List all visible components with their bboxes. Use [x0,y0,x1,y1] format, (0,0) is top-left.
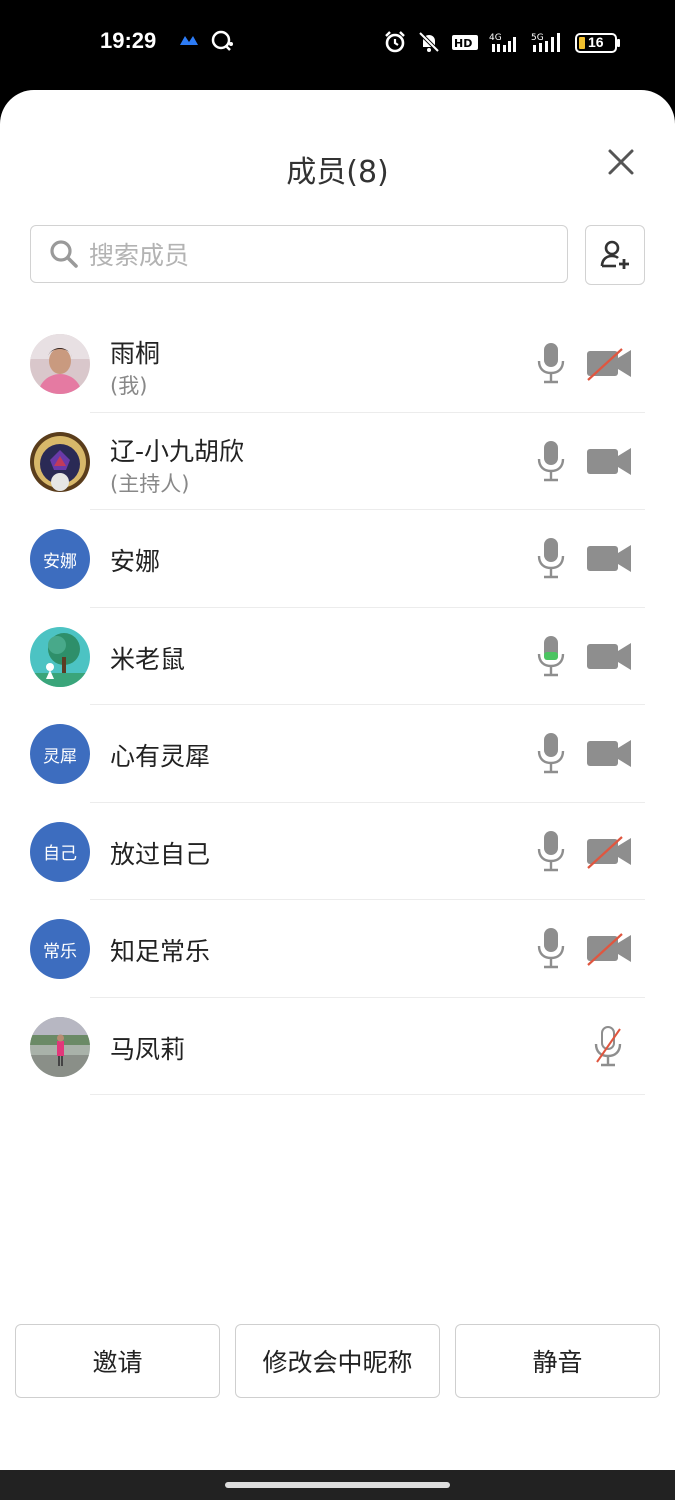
microphone-icon[interactable] [537,927,565,969]
member-row[interactable]: 马凤莉 [0,998,675,1095]
member-name: 放过自己 [110,839,211,869]
avatar-initials: 灵犀 [43,746,77,767]
page-title: 成员(8) [286,155,389,190]
microphone-icon[interactable] [537,342,565,384]
search-box[interactable] [30,225,568,283]
member-name: 心有灵犀 [110,742,211,771]
member-row[interactable]: 灵犀 心有灵犀 [0,705,675,803]
member-row[interactable]: 常乐 知足常乐 [0,900,675,998]
microphone-icon[interactable] [537,830,565,872]
close-icon[interactable] [605,146,637,178]
microphone-icon[interactable] [537,635,565,677]
signal-5g-icon: 5G [531,33,560,52]
member-list: 雨桐 (我) 辽-小九胡欣 (主持人) 安娜 安娜 米老鼠 灵犀 心有灵犀 自己… [0,315,675,1095]
avatar: 安娜 [30,529,90,589]
svg-text:HD: HD [454,37,472,50]
avatar: 自己 [30,821,90,882]
search-icon [50,240,78,268]
status-time: 19:29 [100,28,157,53]
svg-text:5G: 5G [531,33,544,43]
camera-off-icon[interactable] [586,930,632,966]
member-name: 米老鼠 [110,644,186,674]
rename-button[interactable]: 修改会中昵称 [235,1324,440,1398]
status-left-icons [178,30,234,52]
battery-indicator: 16 [575,33,621,57]
microphone-icon[interactable] [537,537,565,579]
bell-off-icon [418,31,440,53]
invite-button[interactable]: 邀请 [15,1324,220,1398]
member-row[interactable]: 安娜 安娜 [0,510,675,608]
mute-button[interactable]: 静音 [455,1324,660,1398]
member-name: 安娜 [110,547,161,576]
status-bar: 19:29 HD 4G 5G 16 [0,0,675,90]
avatar-photo [30,1016,90,1077]
status-right-icons: HD 4G 5G [383,30,565,54]
microphone-icon[interactable] [537,732,565,774]
avatar: 灵犀 [30,724,90,784]
add-member-button[interactable] [585,225,645,285]
member-name: 知足常乐 [110,937,211,966]
avatar-initials: 安娜 [43,551,77,572]
member-name: 马凤莉 [110,1034,186,1064]
chat-bubble-icon [211,30,233,51]
svg-text:4G: 4G [489,33,502,43]
avatar-initials: 常乐 [43,941,77,962]
camera-off-icon[interactable] [586,833,632,869]
avatar-initials: 自己 [43,844,77,864]
member-row[interactable]: 雨桐 (我) [0,315,675,413]
row-divider [90,1094,645,1095]
add-person-icon [600,240,629,269]
video-camera-icon[interactable] [586,735,632,771]
member-row[interactable]: 米老鼠 [0,608,675,705]
member-name: 辽-小九胡欣 [110,436,245,466]
video-camera-icon[interactable] [586,638,632,674]
alarm-icon [385,31,405,53]
navigation-bar [0,1470,675,1500]
camera-off-icon[interactable] [586,345,632,381]
signal-4g-icon: 4G [489,33,516,52]
member-row[interactable]: 自己 放过自己 [0,803,675,900]
microphone-icon[interactable] [537,440,565,482]
avatar-photo [30,626,90,687]
app-logo-icon [180,36,198,45]
member-name: 雨桐 [110,339,161,368]
mic-off-icon[interactable] [594,1025,622,1067]
video-camera-icon[interactable] [586,443,632,479]
battery-level: 16 [588,34,604,50]
avatar [30,1016,90,1077]
avatar [30,334,90,394]
avatar [30,626,90,687]
members-sheet: 成员(8) 雨桐 (我) [0,90,675,1470]
member-role-tag: (主持人) [110,471,190,496]
avatar: 常乐 [30,919,90,979]
avatar [30,431,90,492]
avatar-photo [30,334,90,394]
member-role-tag: (我) [110,374,148,398]
home-indicator[interactable] [225,1482,450,1488]
search-input[interactable] [87,234,551,276]
hd-icon: HD [452,35,478,50]
avatar-photo [30,431,90,492]
member-row[interactable]: 辽-小九胡欣 (主持人) [0,413,675,510]
video-camera-icon[interactable] [586,540,632,576]
